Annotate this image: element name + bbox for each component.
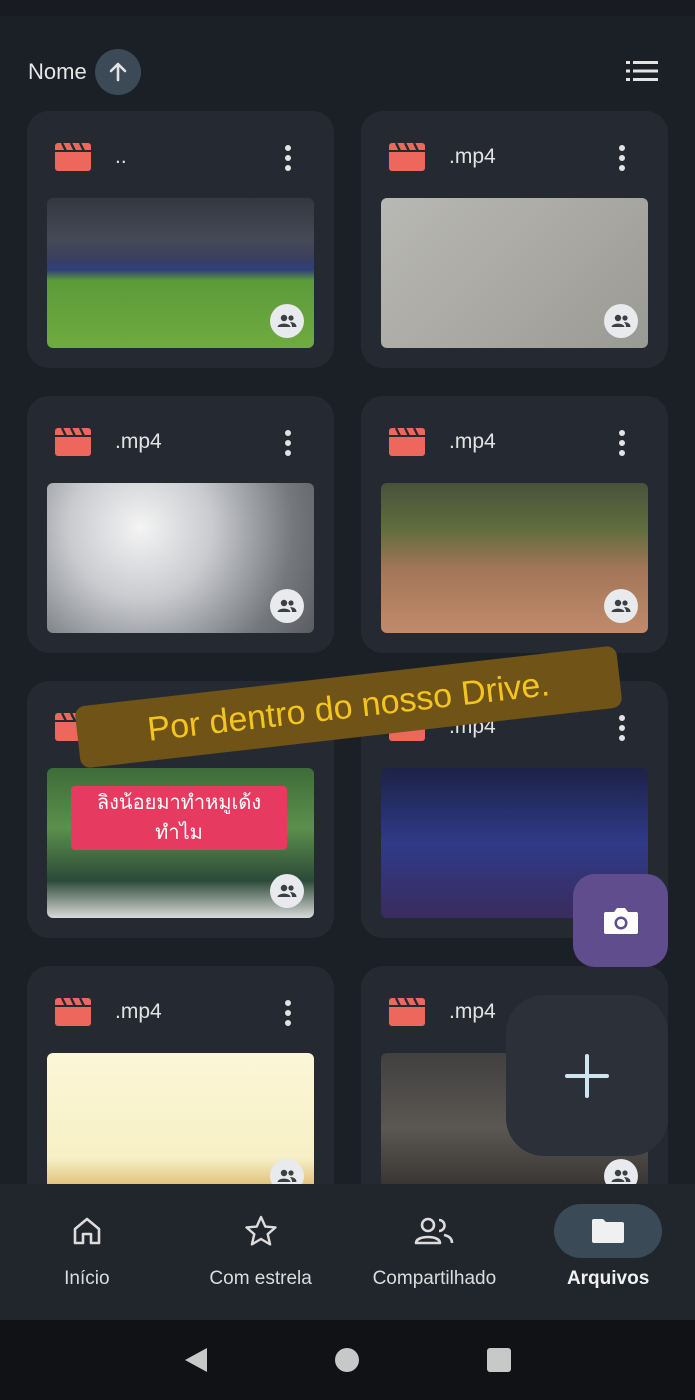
nav-label: Com estrela: [209, 1268, 312, 1289]
video-thumbnail[interactable]: [381, 483, 648, 633]
video-thumbnail[interactable]: [381, 198, 648, 348]
status-bar: [0, 0, 695, 16]
plus-icon: [565, 1053, 609, 1098]
file-card-header: .mp4: [27, 966, 334, 1054]
list-view-button[interactable]: [625, 56, 659, 86]
arrow-up-icon: [109, 62, 126, 82]
video-caption: ลิงน้อยมาทำหมูเด้ง ทำไม: [71, 786, 287, 850]
folder-icon: [592, 1219, 625, 1243]
more-options-button[interactable]: [612, 713, 632, 743]
video-file-icon: [55, 998, 91, 1026]
people-icon: [611, 599, 631, 612]
video-file-icon: [389, 428, 425, 456]
people-icon: [415, 1217, 454, 1245]
more-options-button[interactable]: [612, 428, 632, 458]
video-thumbnail[interactable]: [47, 1053, 314, 1203]
people-icon: [277, 599, 297, 612]
video-thumbnail[interactable]: [47, 483, 314, 633]
nav-item-shared[interactable]: Compartilhado: [348, 1184, 522, 1320]
file-name: .mp4: [449, 1000, 496, 1023]
file-card-header: .mp4: [361, 111, 668, 199]
video-file-icon: [389, 143, 425, 171]
sort-label: Nome: [28, 59, 87, 84]
more-options-button[interactable]: [612, 143, 632, 173]
people-icon: [277, 314, 297, 327]
people-icon: [277, 884, 297, 897]
recents-icon[interactable]: [486, 1347, 512, 1373]
nav-icon-container: [207, 1204, 315, 1258]
scan-camera-button[interactable]: [573, 874, 668, 967]
sort-control[interactable]: Nome: [28, 48, 141, 96]
nav-label: Arquivos: [566, 1268, 650, 1289]
people-icon: [277, 1169, 297, 1182]
video-file-icon: [55, 143, 91, 171]
list-view-icon: [626, 61, 658, 81]
home-icon: [73, 1217, 101, 1245]
bottom-navigation: Início Com estrela Compartilhado Arquivo…: [0, 1184, 695, 1320]
file-card[interactable]: .mp4: [361, 111, 668, 368]
shared-badge: [604, 304, 638, 338]
people-icon: [611, 1169, 631, 1182]
nav-icon-container: [33, 1204, 141, 1258]
nav-icon-container: [380, 1204, 488, 1258]
shared-badge: [604, 589, 638, 623]
file-card-header: .mp4: [361, 396, 668, 484]
file-card[interactable]: .mp4: [27, 396, 334, 653]
file-name: .mp4: [449, 430, 496, 453]
new-item-button[interactable]: [506, 995, 668, 1156]
file-name: .mp4: [449, 145, 496, 168]
file-name: .mp4: [115, 1000, 162, 1023]
people-icon: [611, 314, 631, 327]
nav-label: Início: [64, 1268, 110, 1289]
file-name: .mp4: [115, 430, 162, 453]
system-navigation-bar: [0, 1320, 695, 1400]
more-options-button[interactable]: [278, 428, 298, 458]
video-thumbnail[interactable]: ลิงน้อยมาทำหมูเด้ง ทำไม: [47, 768, 314, 918]
more-options-button[interactable]: [278, 143, 298, 173]
video-file-icon: [389, 998, 425, 1026]
file-card[interactable]: .mp4: [361, 396, 668, 653]
sort-direction-button[interactable]: [94, 49, 141, 95]
nav-item-starred[interactable]: Com estrela: [174, 1184, 348, 1320]
shared-badge: [270, 874, 304, 908]
back-icon[interactable]: [183, 1346, 209, 1374]
video-file-icon: [55, 428, 91, 456]
file-card-header: ..: [27, 111, 334, 199]
nav-item-files[interactable]: Arquivos: [521, 1184, 695, 1320]
file-name: ..: [115, 145, 127, 168]
file-card[interactable]: ..: [27, 111, 334, 368]
shared-badge: [270, 304, 304, 338]
file-card-header: .mp4: [27, 396, 334, 484]
home-circle-icon[interactable]: [334, 1347, 360, 1373]
star-icon: [244, 1215, 277, 1246]
nav-icon-container: [554, 1204, 663, 1258]
more-options-button[interactable]: [278, 998, 298, 1028]
nav-label: Compartilhado: [372, 1268, 497, 1289]
video-thumbnail[interactable]: [47, 198, 314, 348]
nav-item-home[interactable]: Início: [0, 1184, 174, 1320]
camera-icon: [603, 907, 638, 934]
shared-badge: [270, 589, 304, 623]
